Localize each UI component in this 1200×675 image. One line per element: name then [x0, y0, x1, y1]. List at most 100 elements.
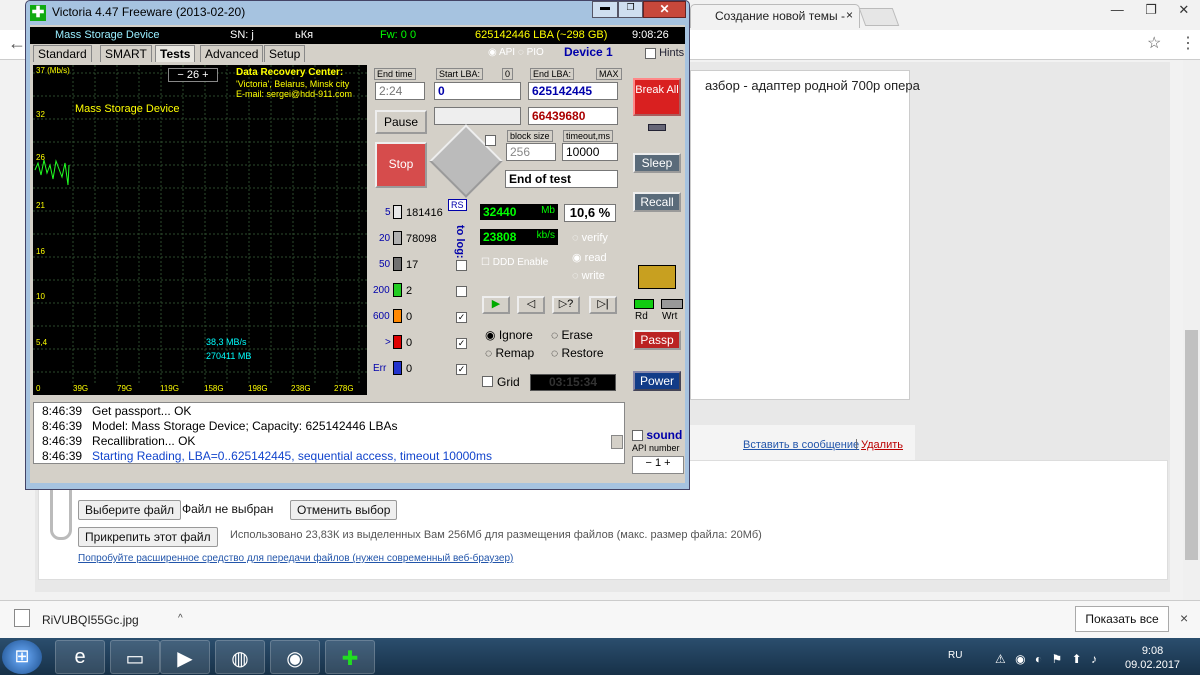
- start-zero-button[interactable]: 0: [502, 68, 514, 80]
- verify-radio[interactable]: ◌ verify: [572, 232, 608, 244]
- pad-checkbox[interactable]: [485, 135, 496, 146]
- block-color-swatch: [393, 283, 402, 297]
- download-filename[interactable]: RiVUBQI55Gc.jpg: [42, 613, 139, 627]
- bookmark-star-icon[interactable]: ☆: [1147, 33, 1161, 53]
- hints-label: Hints: [659, 47, 685, 59]
- read-radio[interactable]: ◉ read: [572, 251, 607, 264]
- insert-link[interactable]: Вставить в сообщение: [743, 439, 859, 451]
- language-indicator[interactable]: RU: [948, 650, 962, 661]
- block-log-checkbox[interactable]: ✓: [456, 338, 467, 349]
- tab-close-icon[interactable]: ×: [846, 8, 853, 22]
- read-label: read: [584, 252, 607, 264]
- remap-radio[interactable]: ◌ Remap: [485, 346, 534, 360]
- delete-link[interactable]: Удалить: [861, 439, 903, 451]
- write-radio[interactable]: ◌ write: [572, 270, 605, 282]
- api-number-spinner[interactable]: − 1 +: [632, 456, 684, 474]
- advanced-upload-link[interactable]: Попробуйте расширенное средство для пере…: [78, 553, 513, 564]
- close-downloads-icon[interactable]: ×: [1180, 610, 1188, 626]
- break-all-button[interactable]: Break All: [633, 78, 681, 116]
- power-button[interactable]: Power: [633, 371, 681, 391]
- browser-minimize-button[interactable]: —: [1111, 2, 1124, 26]
- grid-checkbox[interactable]: [482, 376, 493, 387]
- block-ms-label: 600: [373, 311, 390, 322]
- block-log-checkbox[interactable]: [456, 260, 467, 271]
- pause-button[interactable]: Pause: [375, 110, 427, 134]
- sound-checkbox[interactable]: sound: [632, 428, 682, 442]
- ignore-label: Ignore: [498, 328, 533, 342]
- log-scrollbar[interactable]: [611, 435, 623, 449]
- ddd-enable-checkbox[interactable]: ☐ DDD Enable: [481, 257, 548, 268]
- tab-advanced[interactable]: Advanced: [200, 45, 264, 62]
- block-color-swatch: [393, 361, 402, 375]
- end-of-test-select[interactable]: End of test: [505, 170, 618, 188]
- message-editor[interactable]: [690, 70, 910, 400]
- minimize-button[interactable]: ▬: [592, 1, 618, 18]
- skip-button[interactable]: ▷?: [552, 296, 580, 314]
- browser-maximize-button[interactable]: ❐: [1145, 2, 1157, 26]
- stop-button[interactable]: Stop: [375, 142, 427, 188]
- start-lba-field[interactable]: 0: [434, 82, 521, 100]
- api-pio-radio[interactable]: ◉ API ◌ PIO: [488, 47, 544, 58]
- max-button[interactable]: MAX: [596, 68, 622, 80]
- scrollbar-thumb[interactable]: [1185, 330, 1198, 560]
- show-all-button[interactable]: Показать все: [1075, 606, 1169, 632]
- tab-setup[interactable]: Setup: [264, 45, 306, 62]
- system-tray-icons[interactable]: ⚠ ◉ ◐ ⚑ ⬆ ♪: [995, 652, 1100, 666]
- recall-button[interactable]: Recall: [633, 192, 681, 212]
- start-lba-label: Start LBA:: [436, 68, 484, 80]
- y-tick-label: 5,4: [36, 338, 48, 347]
- block-count: 2: [406, 285, 413, 297]
- browser-menu-icon[interactable]: ⋮: [1180, 33, 1196, 53]
- erase-radio[interactable]: ◌ Erase: [551, 328, 593, 342]
- victoria-taskbar-icon[interactable]: ✚: [325, 640, 375, 674]
- link-separator: |: [855, 438, 858, 450]
- tab-smart[interactable]: SMART: [100, 45, 152, 62]
- mb-done-value: 32440: [483, 205, 517, 219]
- hints-checkbox[interactable]: Hints: [645, 47, 684, 59]
- x-tick-label: 238G: [291, 384, 311, 393]
- start-button[interactable]: ⊞: [2, 640, 42, 674]
- chrome-taskbar-icon[interactable]: ◉: [270, 640, 320, 674]
- block-log-checkbox[interactable]: [456, 286, 467, 297]
- device-model: Mass Storage Device: [55, 29, 160, 41]
- media-taskbar-icon[interactable]: ▶: [160, 640, 210, 674]
- kbs-value: 23808: [483, 230, 517, 244]
- new-tab-button[interactable]: [858, 8, 900, 26]
- ignore-radio[interactable]: ◉ Ignore: [485, 328, 533, 342]
- firefox-taskbar-icon[interactable]: ◍: [215, 640, 265, 674]
- explorer-taskbar-icon[interactable]: ▭: [110, 640, 160, 674]
- sound-check-box[interactable]: [632, 430, 643, 442]
- browser-close-button[interactable]: ✕: [1178, 2, 1189, 26]
- back-arrow-icon[interactable]: ←: [8, 33, 26, 54]
- choose-file-button[interactable]: Выберите файл: [78, 500, 182, 520]
- hints-check-box[interactable]: [645, 47, 656, 59]
- end-time-field[interactable]: 2:24: [375, 82, 425, 100]
- y-unit-label: 37 (Mb/s): [36, 66, 70, 75]
- browser-tab[interactable]: Создание новой темы - ×: [690, 4, 860, 28]
- to-log-label: to log:: [454, 225, 466, 259]
- sleep-button[interactable]: Sleep: [633, 153, 681, 173]
- taskbar-clock[interactable]: 9:08 09.02.2017: [1125, 644, 1180, 672]
- timeout-select[interactable]: 10000: [562, 143, 618, 161]
- end-lba-field[interactable]: 625142445: [528, 82, 618, 100]
- reset-button[interactable]: RS: [448, 199, 467, 211]
- log-time: 8:46:39: [42, 419, 83, 433]
- block-size-select[interactable]: 256: [506, 143, 556, 161]
- block-log-checkbox[interactable]: ✓: [456, 312, 467, 323]
- maximize-button[interactable]: ❐: [618, 1, 643, 18]
- block-ms-label: 50: [379, 259, 391, 270]
- rewind-button[interactable]: ◁: [517, 296, 545, 314]
- ie-taskbar-icon[interactable]: e: [55, 640, 105, 674]
- restore-radio[interactable]: ◌ Restore: [551, 346, 604, 360]
- tab-standard[interactable]: Standard: [33, 45, 92, 62]
- download-menu-arrow-icon[interactable]: ^: [178, 613, 183, 624]
- cancel-choice-button[interactable]: Отменить выбор: [290, 500, 398, 520]
- to-end-button[interactable]: ▷|: [589, 296, 617, 314]
- block-log-checkbox[interactable]: ✓: [456, 364, 467, 375]
- play-button[interactable]: ▶: [482, 296, 510, 314]
- passp-button[interactable]: Passp: [633, 330, 681, 350]
- close-button[interactable]: ✕: [643, 1, 686, 18]
- tab-tests[interactable]: Tests: [155, 45, 196, 62]
- attach-file-button[interactable]: Прикрепить этот файл: [78, 527, 218, 547]
- graph-scale-spinner[interactable]: − 26 +: [168, 68, 218, 82]
